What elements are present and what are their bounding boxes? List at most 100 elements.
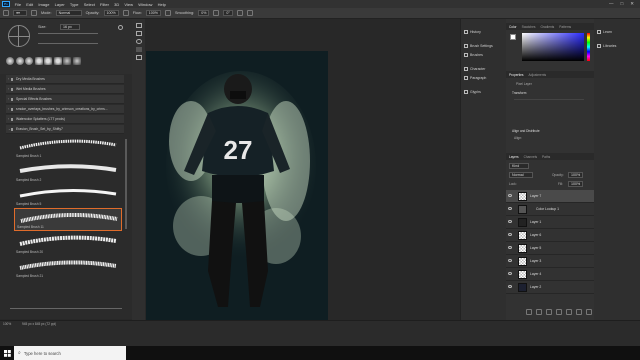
visibility-eye-icon[interactable] (508, 272, 512, 275)
document-size[interactable]: 945 px x 845 px (72 ppi) (22, 322, 56, 326)
visibility-eye-icon[interactable] (508, 259, 512, 262)
tab-adjustments[interactable]: Adjustments (529, 73, 547, 77)
lasso-tool-icon[interactable] (135, 39, 142, 44)
brush-folder-wet-media[interactable]: › Wet Media Brushes (6, 85, 124, 94)
eraser-tool-icon[interactable] (135, 55, 142, 60)
layer-row[interactable]: Layer 5 (506, 242, 594, 255)
angle-input[interactable]: 0° (223, 10, 234, 16)
airbrush-icon[interactable] (164, 10, 171, 16)
hue-slider[interactable] (587, 33, 590, 61)
brush-item-sampled-20[interactable]: Sampled Brush 20 (14, 232, 122, 255)
size-input[interactable]: 16 px (60, 24, 80, 30)
menu-layer[interactable]: Layer (52, 2, 67, 7)
brush-preset-picker[interactable]: ●▾ (13, 10, 27, 16)
trash-icon[interactable] (586, 309, 592, 315)
menu-type[interactable]: Type (67, 2, 81, 7)
tab-swatches[interactable]: Swatches (522, 25, 536, 29)
tab-properties[interactable]: Properties (509, 73, 524, 77)
hardness-slider[interactable] (38, 43, 98, 44)
menu-window[interactable]: Window (136, 2, 155, 7)
brush-folder-erasion[interactable]: ⌄ Erasion_Brush_Set_by_Shifty7 (6, 125, 124, 134)
flow-input[interactable]: 100% (145, 10, 161, 16)
brush-tool-icon[interactable] (135, 47, 142, 52)
menu-3d[interactable]: 3D (112, 2, 122, 7)
menu-filter[interactable]: Filter (97, 2, 111, 7)
dock-libraries[interactable]: Libraries (597, 41, 639, 50)
layer-row[interactable]: Layer 6 (506, 229, 594, 242)
menu-select[interactable]: Select (81, 2, 97, 7)
add-mask-icon[interactable] (546, 309, 552, 315)
visibility-eye-icon[interactable] (508, 233, 512, 236)
align-distribute-section-toggle[interactable]: Align and Distribute (512, 129, 540, 133)
tab-layers[interactable]: Layers (509, 155, 519, 159)
dock-brushes[interactable]: Brushes (464, 50, 506, 59)
brush-thumbnail-strip[interactable] (6, 57, 90, 69)
taskbar-search-box[interactable]: ⌕ Type here to search (14, 346, 126, 360)
mode-select[interactable]: Normal (55, 10, 82, 16)
new-layer-icon[interactable] (576, 309, 582, 315)
dock-brush-settings[interactable]: Brush Settings (464, 41, 506, 50)
layer-fill-input[interactable]: 100% (568, 181, 584, 187)
transform-fields[interactable] (514, 99, 584, 121)
brush-folder-smoke-overlays[interactable]: › smoke_overlays_brushes_by_crimson_crea… (6, 105, 124, 114)
brush-list-scrollbar[interactable] (125, 139, 127, 229)
visibility-eye-icon[interactable] (508, 285, 512, 288)
start-button[interactable] (0, 346, 14, 360)
brush-item-sampled-2[interactable]: Sampled Brush 2 (14, 160, 122, 183)
close-button[interactable]: ✕ (630, 1, 634, 7)
brush-item-sampled-1[interactable]: Sampled Brush 1 (14, 136, 122, 159)
layer-row[interactable]: Layer 1 (506, 216, 594, 229)
layer-row[interactable]: Color Lookup 1 (506, 203, 594, 216)
new-group-icon[interactable] (566, 309, 572, 315)
document-canvas[interactable]: 27 (146, 51, 328, 325)
layer-row[interactable]: Layer 4 (506, 268, 594, 281)
menu-view[interactable]: View (122, 2, 136, 7)
brush-item-sampled-11[interactable]: Sampled Brush 11 (14, 208, 122, 231)
adjustment-layer-icon[interactable] (556, 309, 562, 315)
dock-paragraph[interactable]: Paragraph (464, 73, 506, 82)
move-tool-icon[interactable] (135, 23, 142, 28)
tab-channels[interactable]: Channels (524, 155, 537, 159)
brush-folder-special-effects[interactable]: › Special Effects Brushes (6, 95, 124, 104)
visibility-eye-icon[interactable] (508, 246, 512, 249)
brush-settings-toggle-icon[interactable] (31, 10, 37, 16)
dock-character[interactable]: Character (464, 64, 506, 73)
link-layers-icon[interactable] (526, 309, 532, 315)
brush-item-sampled-5[interactable]: Sampled Brush 5 (14, 184, 122, 207)
size-slider[interactable] (38, 33, 98, 34)
layer-row[interactable]: Layer 7 (506, 190, 594, 203)
transform-section-toggle[interactable]: Transform (512, 91, 526, 95)
brush-folder-watercolor[interactable]: › Watercolor Splatters (LTT prods) (6, 115, 124, 124)
panel-gear-icon[interactable] (118, 25, 123, 30)
marquee-tool-icon[interactable] (135, 31, 142, 36)
pressure-size-icon[interactable] (237, 10, 244, 16)
visibility-eye-icon[interactable] (508, 207, 512, 210)
tab-gradients[interactable]: Gradients (540, 25, 554, 29)
minimize-button[interactable]: — (609, 1, 614, 7)
brush-size-slider-bottom[interactable] (10, 308, 122, 309)
maximize-button[interactable]: □ (621, 1, 624, 7)
dock-glyphs[interactable]: Glyphs (464, 87, 506, 96)
smoothing-options-gear-icon[interactable] (213, 10, 220, 16)
menu-image[interactable]: Image (36, 2, 52, 7)
layer-row[interactable]: Layer 3 (506, 255, 594, 268)
tab-paths[interactable]: Paths (542, 155, 550, 159)
brush-item-sampled-21[interactable]: Sampled Brush 21 (14, 256, 122, 279)
symmetry-butterfly-icon[interactable] (247, 10, 254, 16)
menu-help[interactable]: Help (155, 2, 168, 7)
visibility-eye-icon[interactable] (508, 194, 512, 197)
layer-filter-kind-select[interactable]: Kind (509, 163, 529, 169)
tab-patterns[interactable]: Patterns (559, 25, 571, 29)
dock-history[interactable]: History (464, 27, 506, 36)
menu-edit[interactable]: Edit (24, 2, 36, 7)
pressure-opacity-icon[interactable] (122, 10, 129, 16)
fx-icon[interactable] (536, 309, 542, 315)
brush-folder-dry-media[interactable]: › Dry Media Brushes (6, 75, 124, 84)
smoothing-input[interactable]: 0% (198, 10, 210, 16)
layer-row[interactable]: Layer 2 (506, 281, 594, 294)
opacity-input[interactable]: 100% (103, 10, 119, 16)
blend-mode-select[interactable]: Normal (509, 172, 533, 178)
visibility-eye-icon[interactable] (508, 220, 512, 223)
color-field-picker[interactable] (522, 33, 584, 61)
menu-file[interactable]: File (12, 2, 24, 7)
